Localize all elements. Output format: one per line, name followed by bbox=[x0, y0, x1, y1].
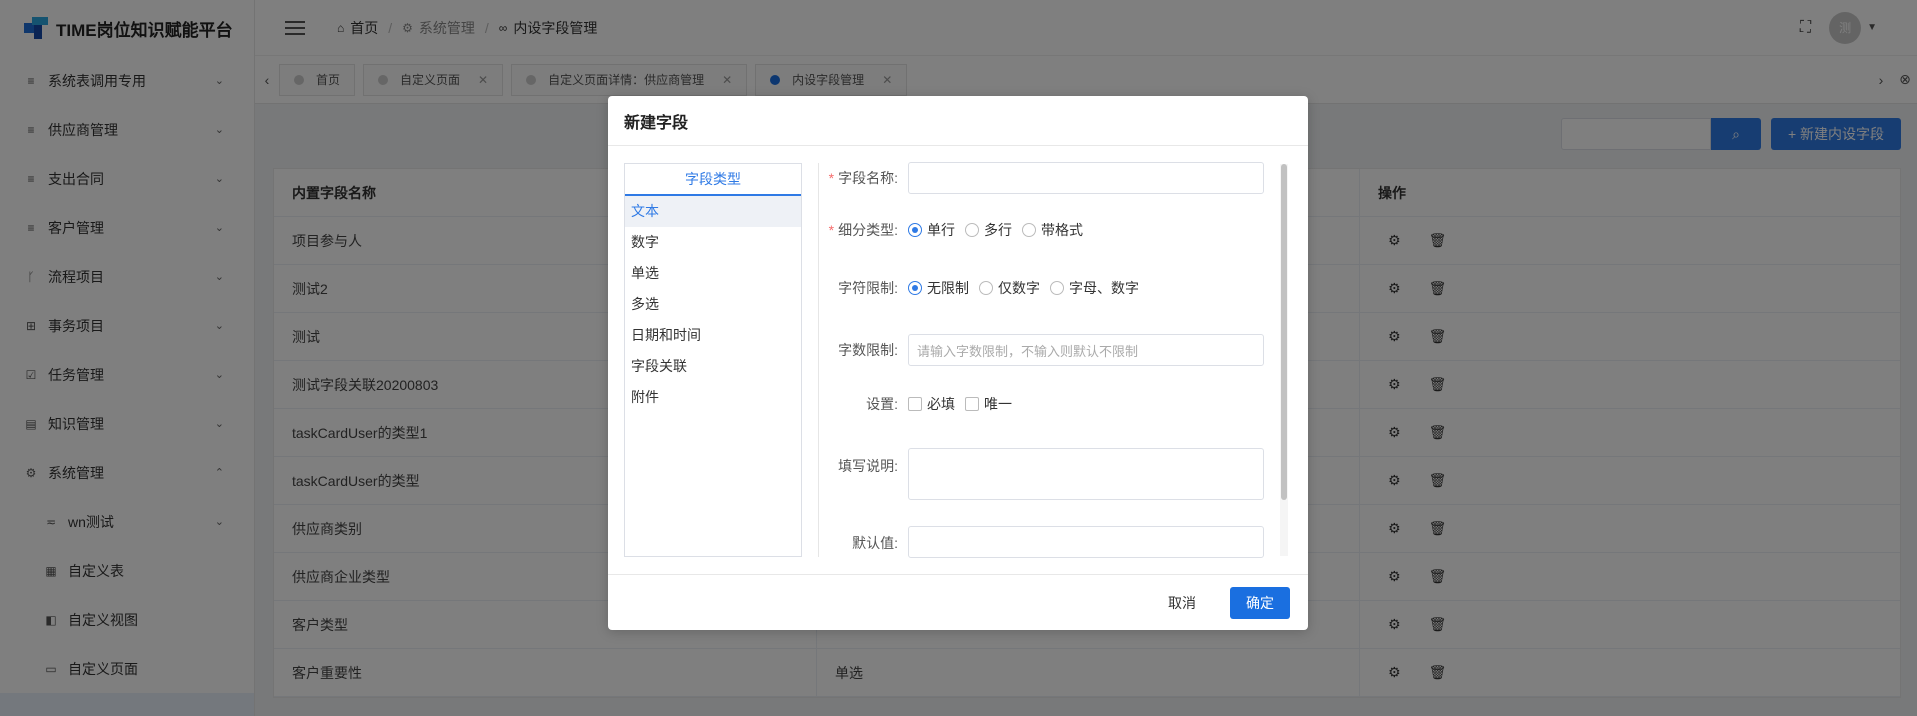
field-type-list: 字段类型 文本 数字 单选 多选 日期和时间 字段关联 附件 bbox=[624, 163, 802, 557]
field-type-attachment[interactable]: 附件 bbox=[625, 382, 801, 413]
charlimit-radio-unlimited[interactable]: 无限制 bbox=[908, 278, 969, 298]
form-row-subtype: * 细分类型: 单行 多行 带格式 bbox=[824, 214, 1284, 246]
field-name-label: 字段名称: bbox=[838, 170, 898, 186]
form-row-length: 字数限制: 请输入字数限制，不输入则默认不限制 bbox=[824, 334, 1284, 366]
required-mark: * bbox=[828, 170, 835, 186]
subtype-radio-rich-text[interactable]: 带格式 bbox=[1022, 220, 1083, 240]
settings-label: 设置: bbox=[866, 396, 898, 412]
unique-checkbox[interactable]: 唯一 bbox=[965, 394, 1012, 414]
dialog-footer: 取消 确定 bbox=[608, 574, 1308, 630]
field-type-single-select[interactable]: 单选 bbox=[625, 258, 801, 289]
subtype-radio-single-line[interactable]: 单行 bbox=[908, 220, 955, 240]
field-form: * 字段名称: * 细分类型: 单行 多行 带格式 字符限制: 无限制 仅数字 字母… bbox=[824, 162, 1284, 558]
form-row-description: 填写说明: bbox=[824, 448, 1284, 500]
dialog-title: 新建字段 bbox=[608, 96, 1308, 146]
field-name-input[interactable] bbox=[908, 162, 1264, 194]
length-limit-input[interactable]: 请输入字数限制，不输入则默认不限制 bbox=[908, 334, 1264, 366]
default-value-input[interactable] bbox=[908, 526, 1264, 558]
default-label: 默认值: bbox=[852, 535, 898, 551]
subtype-label: 细分类型: bbox=[838, 222, 898, 238]
field-type-header: 字段类型 bbox=[625, 164, 801, 196]
description-label: 填写说明: bbox=[838, 458, 898, 474]
form-scrollbar[interactable] bbox=[1280, 164, 1288, 556]
form-row-name: * 字段名称: bbox=[824, 162, 1284, 194]
charlimit-radio-digits[interactable]: 仅数字 bbox=[979, 278, 1040, 298]
charlimit-radio-alnum[interactable]: 字母、数字 bbox=[1050, 278, 1139, 298]
form-row-default: 默认值: bbox=[824, 526, 1284, 558]
field-type-text[interactable]: 文本 bbox=[625, 196, 801, 227]
cancel-button[interactable]: 取消 bbox=[1168, 588, 1196, 618]
new-field-dialog: 新建字段 字段类型 文本 数字 单选 多选 日期和时间 字段关联 附件 * 字段名… bbox=[608, 96, 1308, 630]
field-type-number[interactable]: 数字 bbox=[625, 227, 801, 258]
subtype-radio-multi-line[interactable]: 多行 bbox=[965, 220, 1012, 240]
form-row-charlimit: 字符限制: 无限制 仅数字 字母、数字 bbox=[824, 272, 1284, 304]
description-textarea[interactable] bbox=[908, 448, 1264, 500]
divider bbox=[818, 163, 819, 557]
field-type-relation[interactable]: 字段关联 bbox=[625, 351, 801, 382]
field-type-datetime[interactable]: 日期和时间 bbox=[625, 320, 801, 351]
required-checkbox[interactable]: 必填 bbox=[908, 394, 955, 414]
length-label: 字数限制: bbox=[838, 342, 898, 358]
required-mark: * bbox=[828, 222, 835, 238]
charlimit-label: 字符限制: bbox=[838, 280, 898, 296]
field-type-multi-select[interactable]: 多选 bbox=[625, 289, 801, 320]
form-row-settings: 设置: 必填 唯一 bbox=[824, 388, 1284, 420]
scrollbar-thumb[interactable] bbox=[1281, 164, 1287, 500]
confirm-button[interactable]: 确定 bbox=[1230, 587, 1290, 619]
